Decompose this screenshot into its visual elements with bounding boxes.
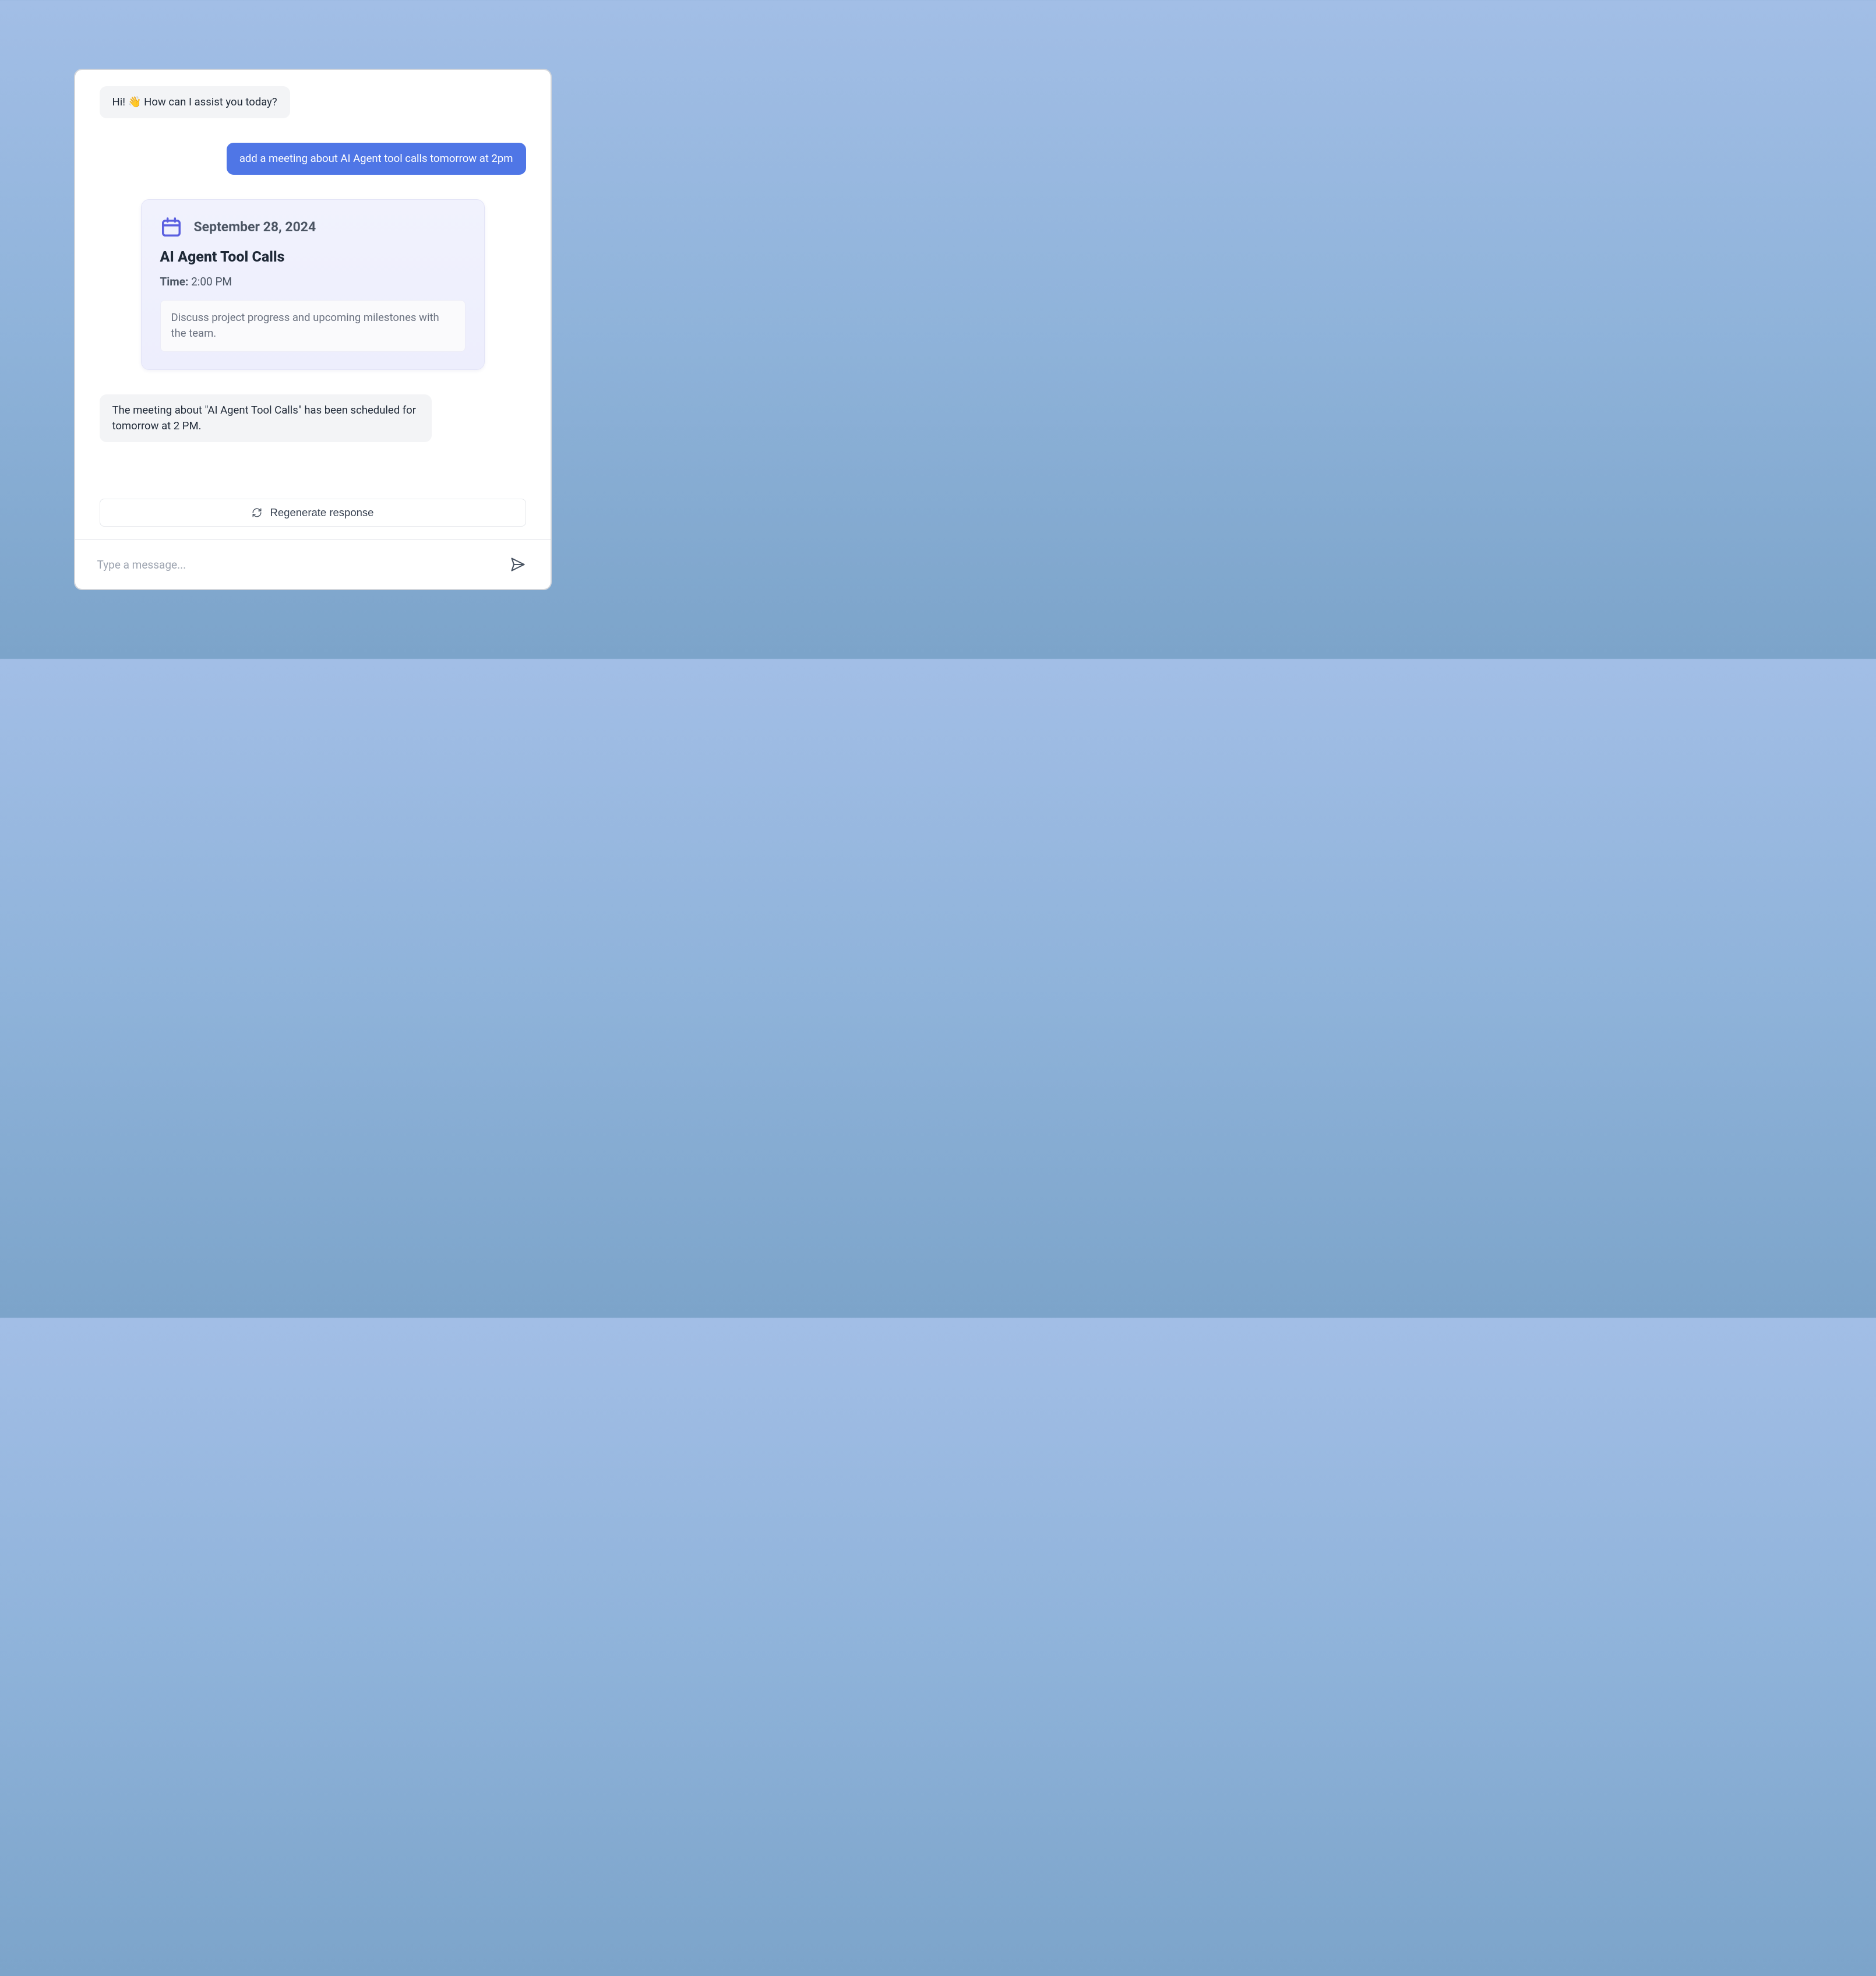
user-request-text: add a meeting about AI Agent tool calls … [239, 152, 513, 165]
event-time-label: Time: [160, 275, 189, 288]
event-title: AI Agent Tool Calls [160, 249, 466, 266]
chat-content: Hi! 👋 How can I assist you today? add a … [75, 70, 551, 481]
event-time-row: Time: 2:00 PM [160, 275, 466, 288]
input-bar [75, 539, 551, 589]
assistant-greeting-bubble: Hi! 👋 How can I assist you today? [100, 86, 290, 118]
event-time-value: 2:00 PM [191, 275, 232, 288]
event-date: September 28, 2024 [194, 219, 316, 235]
regenerate-button[interactable]: Regenerate response [100, 499, 526, 527]
chat-window: Hi! 👋 How can I assist you today? add a … [74, 69, 552, 590]
regenerate-row: Regenerate response [75, 499, 551, 539]
regenerate-label: Regenerate response [270, 506, 374, 519]
event-card-row: September 28, 2024 AI Agent Tool Calls T… [100, 199, 526, 370]
assistant-message-row: Hi! 👋 How can I assist you today? [100, 86, 526, 118]
assistant-confirmation-text: The meeting about "AI Agent Tool Calls" … [112, 404, 417, 432]
assistant-confirmation-row: The meeting about "AI Agent Tool Calls" … [100, 394, 526, 442]
user-request-bubble: add a meeting about AI Agent tool calls … [227, 143, 526, 175]
event-card: September 28, 2024 AI Agent Tool Calls T… [141, 199, 485, 370]
assistant-confirmation-bubble: The meeting about "AI Agent Tool Calls" … [100, 394, 432, 442]
send-button[interactable] [507, 554, 528, 575]
send-icon [510, 556, 526, 573]
calendar-icon [160, 216, 182, 238]
assistant-greeting-text: Hi! 👋 How can I assist you today? [112, 96, 277, 108]
event-description: Discuss project progress and upcoming mi… [160, 300, 466, 352]
message-input[interactable] [97, 558, 498, 571]
event-date-row: September 28, 2024 [160, 216, 466, 238]
refresh-icon [252, 507, 262, 518]
user-message-row: add a meeting about AI Agent tool calls … [100, 143, 526, 175]
